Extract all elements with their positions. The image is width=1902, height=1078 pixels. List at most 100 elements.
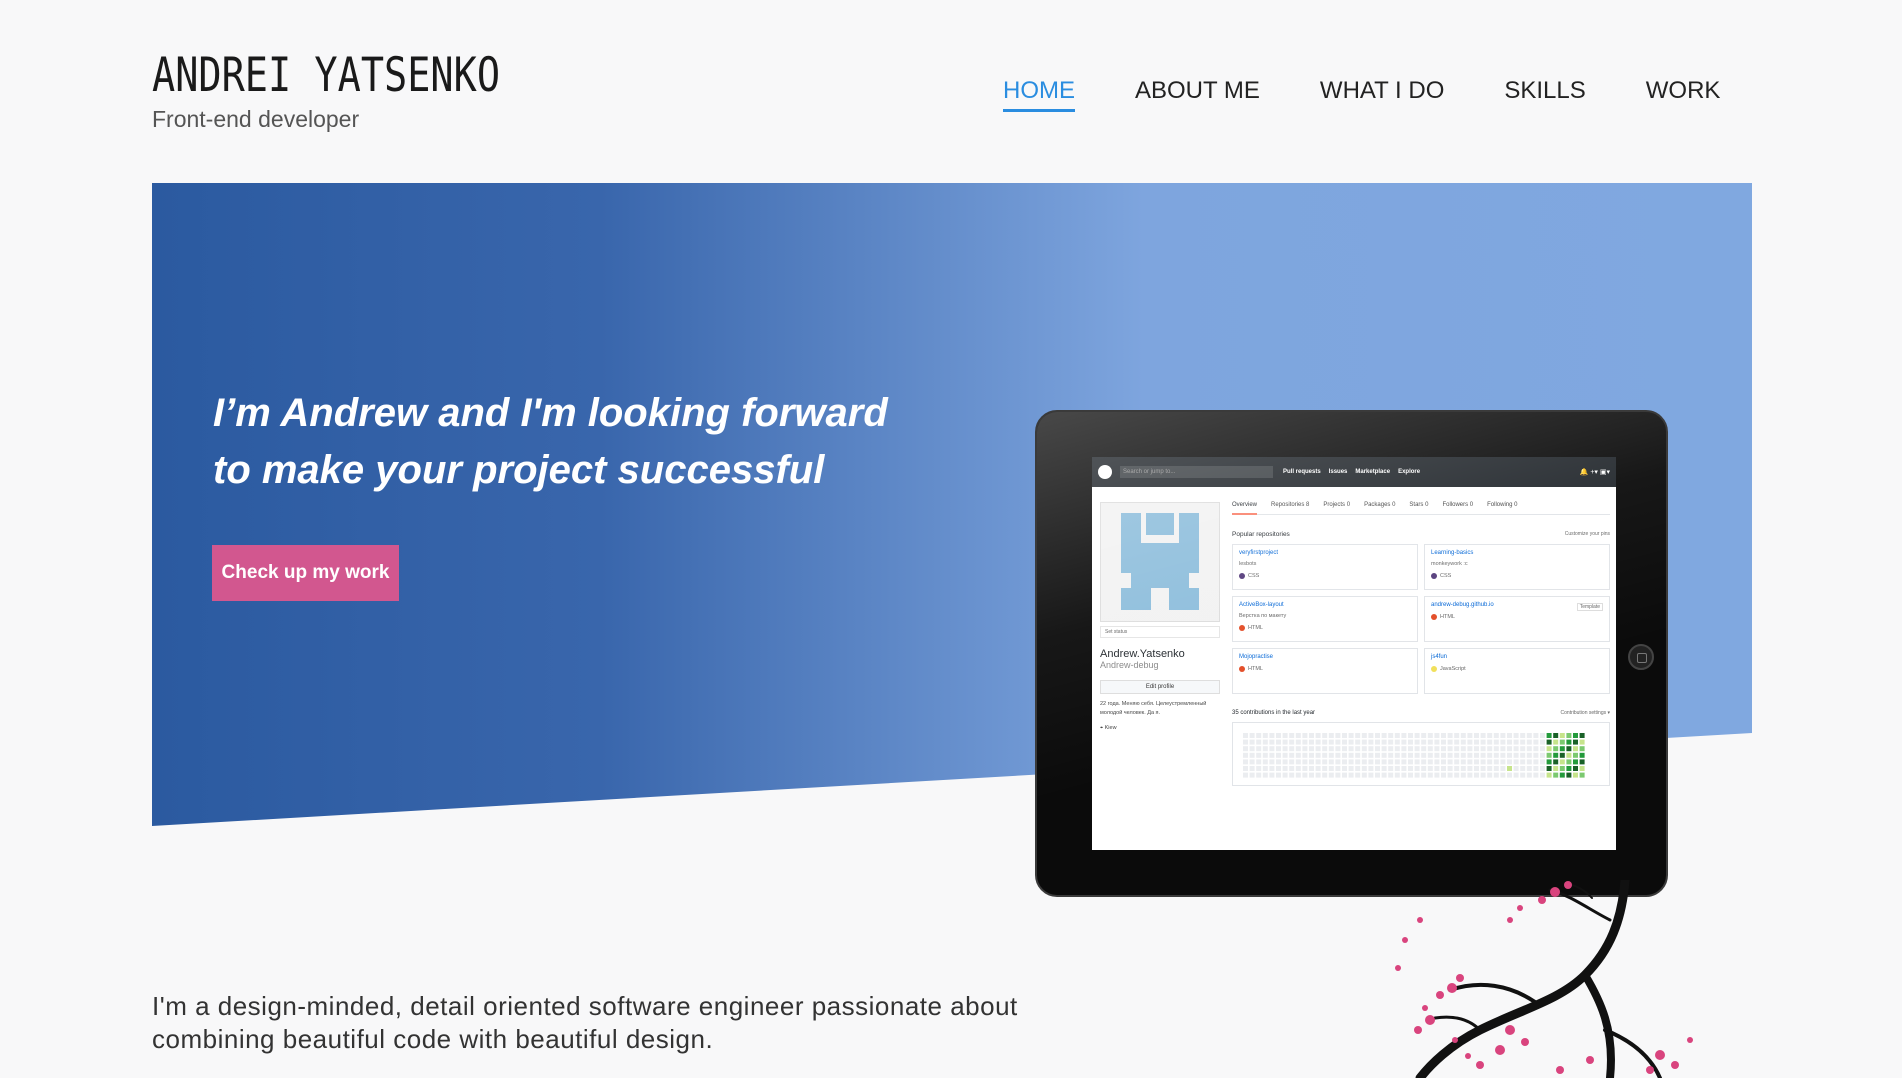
contribution-cell: [1375, 733, 1380, 738]
contribution-cell: [1249, 759, 1255, 765]
contribution-cell: [1579, 772, 1585, 778]
contribution-cell: [1520, 746, 1526, 752]
contribution-cell: [1289, 766, 1295, 771]
contribution-cell: [1579, 746, 1585, 752]
contribution-cell: [1474, 746, 1479, 752]
contribution-cell: [1282, 746, 1288, 752]
contribution-cell: [1427, 772, 1433, 778]
contribution-cell: [1302, 759, 1308, 765]
contribution-cell: [1282, 733, 1288, 738]
contribution-cell: [1447, 759, 1453, 765]
contribution-cell: [1447, 746, 1453, 752]
contribution-cell: [1408, 752, 1413, 758]
check-work-button[interactable]: Check up my work: [212, 545, 399, 601]
contribution-cell: [1335, 739, 1341, 745]
contribution-cell: [1256, 733, 1262, 738]
contribution-cell: [1328, 759, 1334, 765]
contribution-cell: [1269, 752, 1275, 758]
nav-what-i-do[interactable]: WHAT I DO: [1320, 77, 1444, 112]
contribution-cell: [1467, 759, 1473, 765]
contribution-cell: [1408, 739, 1413, 745]
contribution-cell: [1487, 759, 1493, 765]
contribution-cell: [1315, 752, 1321, 758]
contribution-cell: [1282, 772, 1288, 778]
nav-about-me[interactable]: ABOUT ME: [1135, 77, 1260, 112]
contribution-cell: [1553, 759, 1559, 765]
contribution-cell: [1546, 759, 1552, 765]
nav-work[interactable]: WORK: [1646, 77, 1721, 112]
contribution-cell: [1368, 733, 1374, 738]
contribution-cell: [1520, 772, 1526, 778]
tab-repositories: Repositories 8: [1271, 502, 1310, 508]
contribution-cell: [1282, 759, 1288, 765]
nav-skills[interactable]: SKILLS: [1504, 77, 1585, 112]
contribution-cell: [1249, 752, 1255, 758]
contribution-cell: [1480, 772, 1486, 778]
contribution-cell: [1480, 759, 1486, 765]
contribution-cell: [1500, 746, 1506, 752]
contribution-cell: [1289, 772, 1295, 778]
site-logo[interactable]: ANDREI YATSENKO Front-end developer: [152, 50, 576, 133]
contribution-cell: [1375, 759, 1380, 765]
contribution-cell: [1309, 739, 1314, 745]
tab-followers: Followers 0: [1442, 502, 1474, 508]
github-link-explore: Explore: [1398, 469, 1421, 475]
contribution-cell: [1348, 746, 1354, 752]
contribution-cell: [1342, 752, 1347, 758]
contribution-cell: [1487, 746, 1493, 752]
contribution-cell: [1262, 746, 1268, 752]
contribution-cell: [1243, 759, 1248, 765]
contribution-cell: [1526, 746, 1532, 752]
contribution-cell: [1414, 772, 1420, 778]
contribution-cell: [1355, 752, 1361, 758]
contribution-cell: [1421, 746, 1427, 752]
contribution-cell: [1276, 772, 1281, 778]
contribution-cell: [1540, 752, 1545, 758]
contribution-cell: [1533, 733, 1539, 738]
github-topbar: Search or jump to... Pull requests Issue…: [1092, 457, 1616, 487]
contribution-cell: [1493, 759, 1499, 765]
nav-home[interactable]: HOME: [1003, 77, 1075, 112]
contribution-cell: [1546, 733, 1552, 738]
contribution-cell: [1421, 759, 1427, 765]
set-status: Set status: [1100, 626, 1220, 638]
hero-headline-line2: to make your project successful: [213, 448, 825, 492]
contribution-cell: [1434, 752, 1440, 758]
contribution-cell: [1533, 752, 1539, 758]
contribution-cell: [1454, 772, 1460, 778]
contribution-cell: [1573, 739, 1578, 745]
contribution-cell: [1500, 733, 1506, 738]
repo-desc: lesbots: [1239, 561, 1257, 567]
contribution-cell: [1454, 759, 1460, 765]
contribution-cell: [1526, 733, 1532, 738]
contribution-cell: [1500, 739, 1506, 745]
contribution-cell: [1295, 759, 1301, 765]
contribution-cell: [1454, 766, 1460, 771]
contribution-cell: [1460, 752, 1466, 758]
contribution-cell: [1573, 746, 1578, 752]
contribution-cell: [1348, 733, 1354, 738]
contribution-cell: [1322, 733, 1328, 738]
contribution-cell: [1276, 766, 1281, 771]
github-logo-icon: [1098, 465, 1112, 479]
cherry-blossom-illustration: [1395, 880, 1693, 1078]
contribution-cell: [1493, 739, 1499, 745]
contribution-cell: [1421, 733, 1427, 738]
contribution-cell: [1460, 766, 1466, 771]
contribution-cell: [1500, 759, 1506, 765]
contribution-cell: [1355, 759, 1361, 765]
contribution-cell: [1315, 739, 1321, 745]
contribution-cell: [1315, 733, 1321, 738]
contribution-cell: [1441, 772, 1446, 778]
contribution-cell: [1375, 766, 1380, 771]
contribution-cell: [1480, 766, 1486, 771]
contribution-cell: [1513, 746, 1519, 752]
contribution-cell: [1315, 759, 1321, 765]
profile-bio: 22 года. Меняю себя. Целеустремленный мо…: [1100, 701, 1207, 716]
profile-location: ⌖ Kiew: [1100, 724, 1220, 733]
lang-dot-icon: [1239, 666, 1245, 672]
contribution-cell: [1328, 733, 1334, 738]
contribution-cell: [1454, 746, 1460, 752]
contribution-cell: [1368, 772, 1374, 778]
contribution-cell: [1309, 759, 1314, 765]
